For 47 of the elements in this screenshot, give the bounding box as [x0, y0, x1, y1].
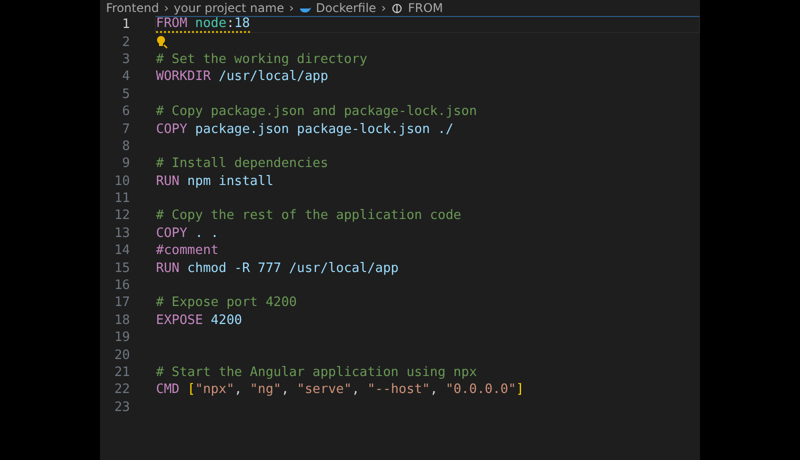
- line-number: 11: [113, 191, 131, 206]
- line-number: 20: [113, 348, 131, 363]
- line-number: 17: [113, 295, 131, 310]
- line-number: 23: [113, 400, 131, 415]
- code-line: # Copy package.json and package-lock.json: [156, 104, 477, 120]
- line-number: 14: [113, 243, 131, 258]
- code-line: # Copy the rest of the application code: [156, 208, 462, 224]
- line-number: 2: [121, 34, 131, 50]
- code-line: RUN npm install: [156, 174, 274, 189]
- line-number: 1: [121, 17, 131, 32]
- code-line: #comment: [156, 243, 219, 258]
- line-number: 6: [121, 104, 131, 120]
- line-number: 5: [121, 86, 131, 102]
- breadcrumb-item[interactable]: FROM: [408, 1, 444, 15]
- code-line: # Start the Angular application using npx: [156, 365, 477, 380]
- line-number: 18: [113, 312, 131, 328]
- line-number: 8: [121, 138, 131, 154]
- line-number: 15: [113, 260, 131, 276]
- code-line: FROM node:18: [156, 16, 250, 34]
- code-line: COPY package.json package-lock.json ./: [156, 122, 454, 137]
- breadcrumb-item[interactable]: Dockerfile: [316, 1, 376, 15]
- code-line: COPY . .: [156, 226, 219, 241]
- code-line: CMD ["npx", "ng", "serve", "--host", "0.0.0.0"]: [156, 382, 524, 398]
- line-number: 9: [121, 156, 131, 172]
- code-line: RUN chmod -R 777 /usr/local/app: [156, 260, 399, 276]
- line-number: 16: [113, 278, 131, 294]
- line-number: 22: [113, 382, 131, 398]
- line-number: 7: [121, 122, 131, 137]
- code-line: # Expose port 4200: [156, 295, 297, 310]
- code-line: EXPOSE 4200: [156, 312, 242, 328]
- line-number: 10: [113, 174, 131, 189]
- chevron-icon: ›: [381, 1, 386, 15]
- breadcrumb-item[interactable]: your project name: [174, 1, 284, 15]
- breadcrumb-item[interactable]: Frontend: [106, 1, 159, 15]
- code-line: # Install dependencies: [156, 156, 328, 172]
- code-line: WORKDIR /usr/local/app: [156, 69, 328, 84]
- symbol-icon: [391, 2, 403, 14]
- line-number: 19: [113, 330, 131, 346]
- chevron-icon: ›: [164, 1, 169, 15]
- line-number: 21: [113, 365, 131, 380]
- line-number: 12: [113, 208, 131, 224]
- lightbulb-icon[interactable]: [156, 35, 168, 50]
- line-number: 4: [121, 69, 131, 84]
- code-line: # Set the working directory: [156, 52, 368, 67]
- line-number: 3: [121, 52, 131, 67]
- line-number: 13: [113, 226, 131, 241]
- chevron-icon: ›: [289, 1, 294, 15]
